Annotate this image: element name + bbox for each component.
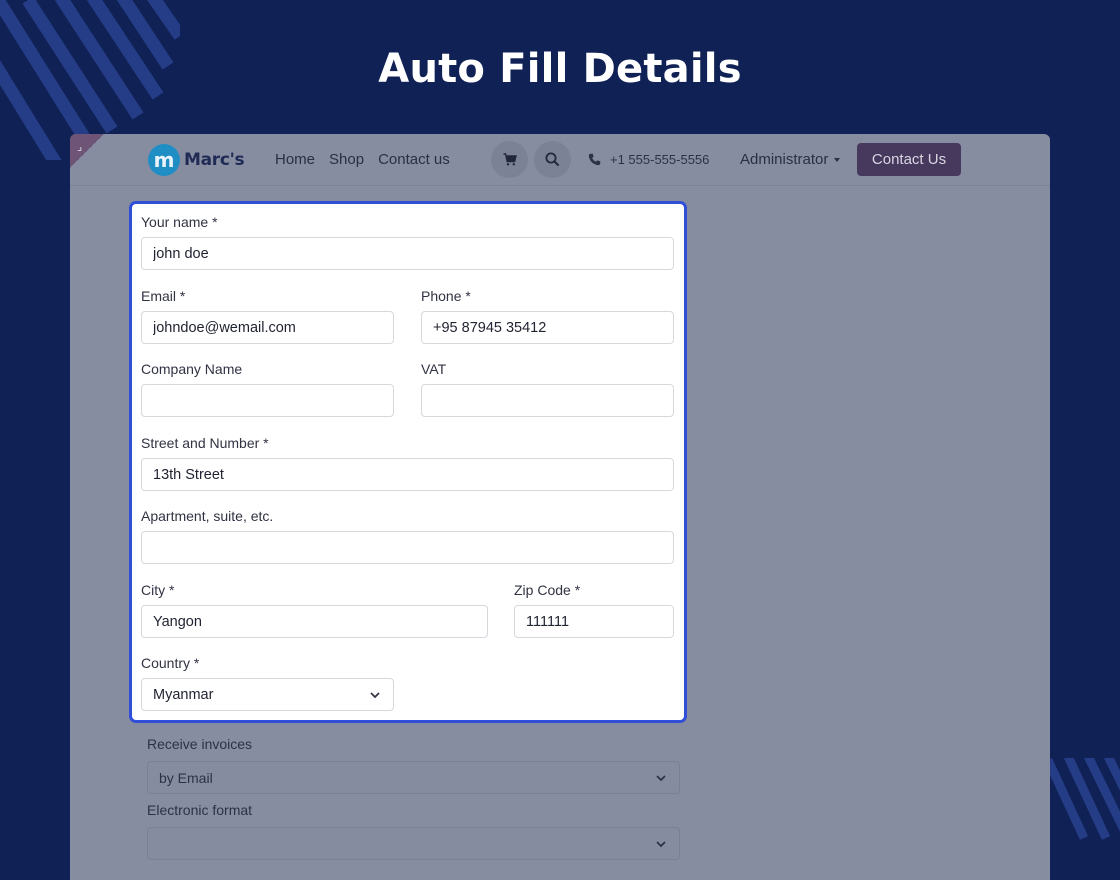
electronic-format-label: Electronic format: [147, 802, 253, 818]
chevron-down-icon: [656, 775, 666, 782]
email-input[interactable]: [141, 311, 394, 344]
contact-us-button[interactable]: Contact Us: [857, 143, 961, 176]
city-input[interactable]: [141, 605, 488, 638]
user-name: Administrator: [740, 151, 829, 168]
navbar: m Marc's Home Shop Contact us +1 555-555…: [70, 134, 1050, 186]
vat-label: VAT: [421, 361, 447, 377]
search-icon: [545, 152, 560, 167]
apartment-label: Apartment, suite, etc.: [141, 508, 274, 524]
zip-input[interactable]: [514, 605, 674, 638]
company-input[interactable]: [141, 384, 394, 417]
cart-button[interactable]: [491, 141, 528, 178]
invoices-value: by Email: [159, 770, 213, 786]
name-input[interactable]: [141, 237, 674, 270]
nav-links: Home Shop Contact us: [275, 151, 450, 168]
logo-text: Marc's: [184, 150, 245, 170]
page-title: Auto Fill Details: [378, 46, 742, 92]
phone-input[interactable]: [421, 311, 674, 344]
phone-label: Phone *: [421, 288, 471, 304]
country-label: Country *: [141, 655, 200, 671]
nav-link-home[interactable]: Home: [275, 151, 315, 168]
chevron-down-icon: [656, 841, 666, 848]
decorative-stripes-right: [1048, 758, 1120, 840]
electronic-format-select[interactable]: [147, 827, 680, 860]
street-label: Street and Number *: [141, 435, 269, 451]
phone-number: +1 555-555-5556: [610, 152, 710, 167]
country-select[interactable]: Myanmar: [141, 678, 394, 711]
city-label: City *: [141, 582, 175, 598]
address-form: Your name * Email * Phone * Company Name…: [129, 201, 687, 723]
nav-link-shop[interactable]: Shop: [329, 151, 364, 168]
user-menu[interactable]: Administrator: [740, 151, 841, 168]
search-button[interactable]: [534, 141, 571, 178]
zip-label: Zip Code *: [514, 582, 581, 598]
name-label: Your name *: [141, 214, 218, 230]
invoices-label: Receive invoices: [147, 736, 253, 752]
logo[interactable]: m Marc's: [148, 144, 245, 176]
nav-link-contact[interactable]: Contact us: [378, 151, 450, 168]
chevron-down-icon: [370, 692, 380, 699]
logo-mark-icon: m: [148, 144, 180, 176]
company-label: Company Name: [141, 361, 243, 377]
phone-link[interactable]: +1 555-555-5556: [588, 152, 709, 167]
cart-icon: [503, 153, 517, 166]
email-label: Email *: [141, 288, 186, 304]
apartment-input[interactable]: [141, 531, 674, 564]
caret-down-icon: [834, 157, 841, 162]
country-value: Myanmar: [153, 687, 214, 703]
invoices-select[interactable]: by Email: [147, 761, 680, 794]
vat-input[interactable]: [421, 384, 674, 417]
street-input[interactable]: [141, 458, 674, 491]
phone-icon: [588, 153, 601, 166]
